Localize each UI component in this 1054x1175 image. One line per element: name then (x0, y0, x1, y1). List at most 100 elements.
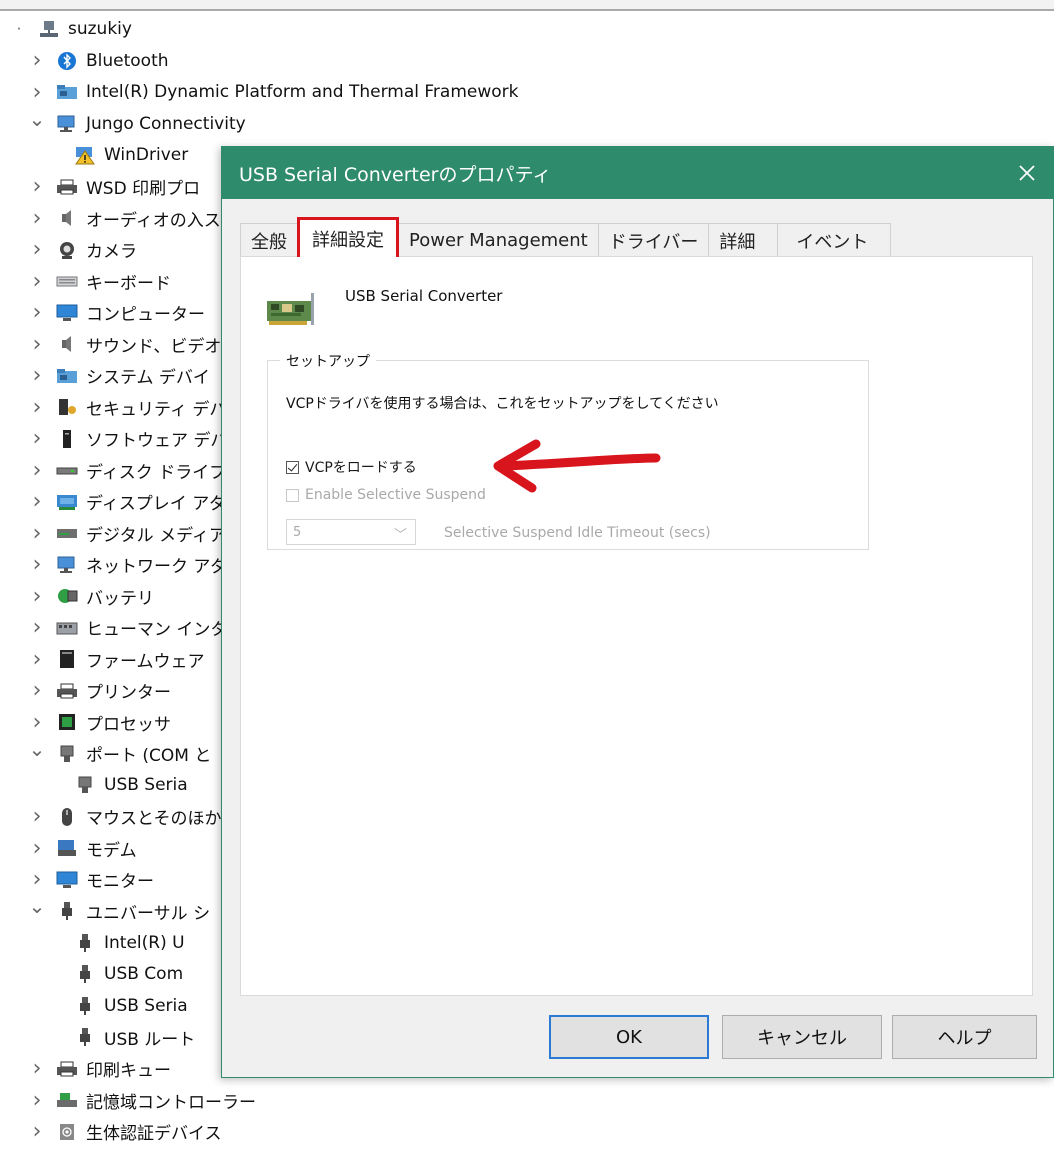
camera-icon (56, 240, 78, 260)
chevron-right-icon[interactable]: › (28, 521, 46, 546)
setup-description: VCPドライバを使用する場合は、これをセットアップをしてください (286, 396, 719, 412)
computer-network-icon (38, 19, 60, 39)
chevron-right-icon[interactable]: › (28, 48, 46, 73)
chevron-right-icon[interactable]: › (28, 836, 46, 861)
battery-icon (56, 586, 78, 606)
tower-icon (56, 429, 78, 449)
chevron-right-icon[interactable]: › (28, 80, 46, 105)
close-button[interactable] (1001, 147, 1053, 199)
tree-item[interactable]: USB Seria (66, 770, 188, 800)
tree-item[interactable]: › プリンター (28, 676, 171, 706)
tree-item[interactable]: › Intel(R) Dynamic Platform and Thermal F… (28, 77, 519, 107)
tree-item[interactable]: › ソフトウェア デバ (28, 424, 228, 454)
help-button[interactable]: ヘルプ (892, 1015, 1037, 1059)
tab-driver[interactable]: ドライバー (597, 223, 710, 257)
tree-item[interactable]: › 印刷キュー (28, 1054, 171, 1084)
tree-item[interactable]: › ディスク ドライブ (28, 455, 227, 485)
tree-item[interactable]: › モニター (28, 865, 154, 895)
tree-item[interactable]: Intel(R) U (66, 928, 185, 958)
chevron-right-icon[interactable]: › (28, 552, 46, 577)
tree-item[interactable]: › サウンド、ビデオ (28, 329, 222, 359)
chevron-right-icon[interactable]: › (28, 615, 46, 640)
warning-device-icon (74, 145, 96, 165)
tab-advanced-settings[interactable]: 詳細設定 (297, 217, 399, 257)
chevron-right-icon[interactable]: › (28, 363, 46, 388)
chevron-right-icon[interactable]: › (28, 584, 46, 609)
tab-general[interactable]: 全般 (240, 223, 298, 257)
chevron-right-icon[interactable]: › (28, 332, 46, 357)
tree-item[interactable]: › ネットワーク アダ (28, 550, 228, 580)
chevron-right-icon[interactable]: › (28, 269, 46, 294)
tree-item-label: デジタル メディア (86, 525, 226, 546)
biometric-icon (56, 1122, 78, 1142)
chevron-right-icon[interactable]: › (28, 174, 46, 199)
tree-item-label: ディスプレイ アダ (86, 494, 227, 514)
tree-item-label: ポート (COM と (86, 746, 212, 766)
cancel-button[interactable]: キャンセル (722, 1015, 882, 1059)
tree-item[interactable]: › モデム (28, 833, 137, 863)
chevron-right-icon[interactable]: › (28, 300, 46, 325)
chevron-right-icon[interactable]: › (28, 395, 46, 420)
tree-item[interactable]: › バッテリ (28, 581, 154, 611)
tree-item[interactable]: › マウスとそのほか (28, 802, 222, 832)
load-vcp-checkbox[interactable]: VCPをロードする (286, 457, 417, 477)
chevron-right-icon[interactable]: › (28, 1119, 46, 1144)
chevron-right-icon[interactable]: › (28, 710, 46, 735)
setup-group: セットアップ VCPドライバを使用する場合は、これをセットアップをしてください … (267, 351, 869, 550)
tree-item[interactable]: ⌄ Jungo Connectivity (28, 107, 246, 139)
chevron-down-icon[interactable]: ⌄ (28, 737, 46, 761)
tree-item[interactable]: USB Com (66, 959, 183, 989)
tree-item[interactable]: › キーボード (28, 266, 171, 296)
tree-item[interactable]: › ディスプレイ アダ (28, 487, 227, 517)
chevron-right-icon[interactable]: › (28, 489, 46, 514)
tree-item-label: セキュリティ デバ (86, 399, 227, 420)
tree-item[interactable]: ⌄ ポート (COM と (28, 737, 212, 769)
close-icon (1019, 165, 1035, 181)
chevron-right-icon[interactable]: › (28, 867, 46, 892)
chevron-right-icon[interactable]: › (28, 804, 46, 829)
tree-item[interactable]: › Bluetooth (28, 46, 169, 76)
ok-button[interactable]: OK (549, 1015, 709, 1059)
tree-item[interactable]: › 生体認証デバイス (28, 1117, 222, 1147)
tree-item[interactable]: · suzukiy (10, 14, 132, 44)
chevron-down-icon[interactable]: ⌄ (28, 894, 46, 918)
chevron-right-icon[interactable]: › (28, 426, 46, 451)
chevron-right-icon[interactable]: › (28, 237, 46, 262)
tree-item[interactable]: › ヒューマン インタ (28, 613, 228, 643)
chevron-right-icon[interactable]: › (28, 458, 46, 483)
load-vcp-checkbox-box[interactable] (286, 460, 299, 474)
tree-item[interactable]: › カメラ (28, 235, 137, 265)
tree-item-label: プロセッサ (86, 714, 171, 735)
chevron-right-icon[interactable]: › (28, 678, 46, 703)
tree-item[interactable]: › セキュリティ デバ (28, 392, 227, 422)
tree-item[interactable]: › プロセッサ (28, 707, 171, 737)
tab-power-management[interactable]: Power Management (398, 223, 599, 257)
tree-item[interactable]: WinDriver (66, 140, 188, 170)
tree-item[interactable]: › デジタル メディア (28, 518, 226, 548)
timeout-dropdown[interactable]: 5 ﹀ (286, 519, 416, 545)
tree-item[interactable]: › システム デバイ (28, 361, 210, 391)
tree-item[interactable]: ⌄ ユニバーサル シ (28, 894, 210, 926)
selective-suspend-checkbox-box[interactable] (286, 488, 299, 502)
chevron-right-icon[interactable]: › (28, 1056, 46, 1081)
tree-item[interactable]: › ファームウェア (28, 644, 205, 674)
tab-details[interactable]: 詳細 (708, 223, 779, 257)
tree-item[interactable]: › コンピューター (28, 298, 205, 328)
dialog-titlebar[interactable]: USB Serial Converterのプロパティ (222, 147, 1053, 199)
tree-item-label: Bluetooth (86, 50, 169, 71)
tree-item[interactable]: USB ルート (66, 1022, 195, 1052)
tree-item[interactable]: USB Seria (66, 991, 188, 1021)
chevron-down-icon[interactable]: ⌄ (28, 107, 46, 131)
usb-plug-icon (74, 996, 96, 1016)
selective-suspend-checkbox[interactable]: Enable Selective Suspend (286, 487, 486, 503)
tree-item-label: モニター (86, 872, 154, 892)
security-key-icon (56, 397, 78, 417)
chevron-right-icon[interactable]: › (28, 1088, 46, 1113)
tree-item[interactable]: › 記憶域コントローラー (28, 1085, 256, 1115)
chevron-right-icon[interactable]: › (28, 206, 46, 231)
tree-item[interactable]: › オーディオの入ス (28, 203, 221, 233)
tree-item[interactable]: › WSD 印刷プロ (28, 172, 201, 202)
tree-item-label: オーディオの入ス (86, 210, 221, 231)
chevron-right-icon[interactable]: › (28, 647, 46, 672)
tab-events[interactable]: イベント (777, 223, 892, 257)
